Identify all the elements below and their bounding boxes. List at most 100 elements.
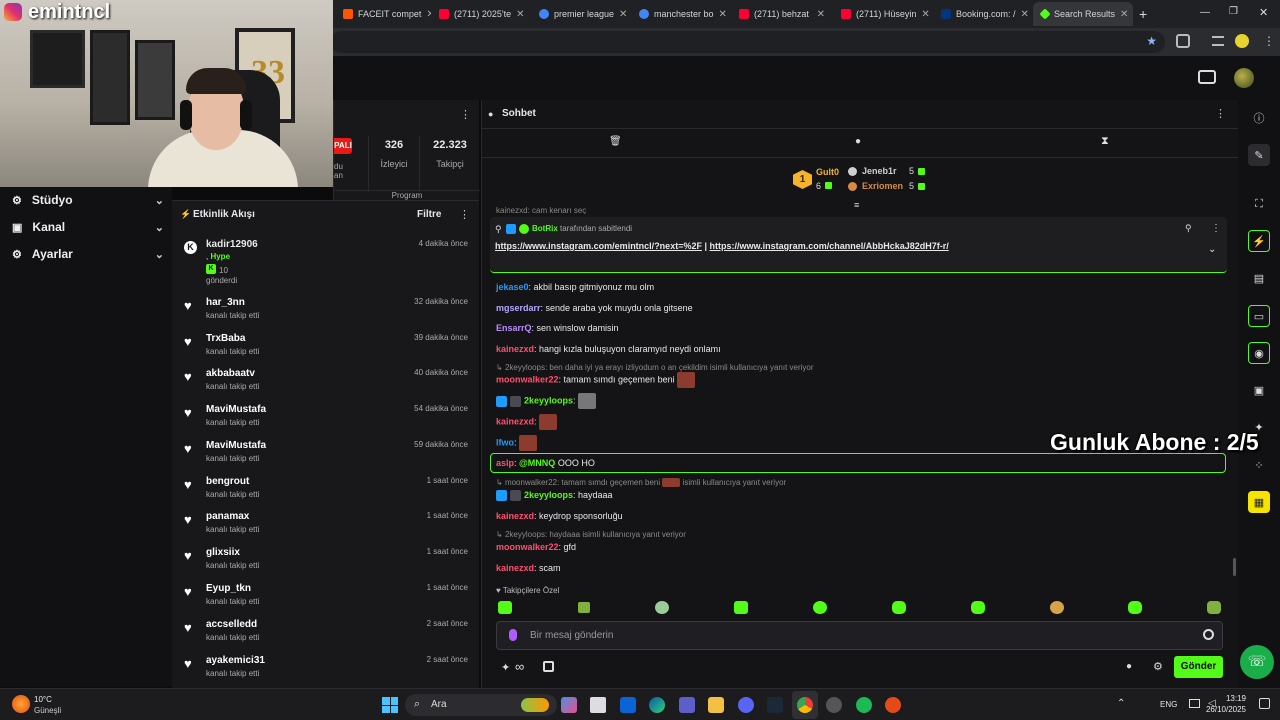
chat-message[interactable]: moonwalker22: gfd bbox=[496, 542, 576, 552]
chat-username[interactable]: moonwalker22 bbox=[496, 542, 559, 552]
clapper-icon[interactable]: ▦ bbox=[1248, 491, 1270, 513]
support-chat-button[interactable]: ☏ bbox=[1240, 645, 1274, 679]
chat-username[interactable]: moonwalker22 bbox=[496, 374, 559, 384]
creator-dashboard-icon[interactable] bbox=[1198, 70, 1216, 84]
emote-button[interactable] bbox=[892, 601, 906, 614]
emote-button[interactable] bbox=[734, 601, 748, 614]
feed-row[interactable]: ♥ TrxBaba kanalı takip etti 39 dakika önce bbox=[182, 333, 472, 369]
feed-row[interactable]: ♥ Eyup_tkn kanalı takip etti 1 saat önce bbox=[182, 583, 472, 619]
emote-button[interactable] bbox=[971, 601, 985, 614]
store-icon[interactable] bbox=[543, 661, 554, 672]
sidebar-item-studio[interactable]: ⚙ Stüdyo ⌄ bbox=[12, 189, 164, 211]
chat-username[interactable]: kainezxd bbox=[496, 416, 534, 426]
browser-tab[interactable]: premier league ✕ bbox=[531, 2, 631, 26]
copilot-icon[interactable] bbox=[561, 697, 577, 713]
weather-desc[interactable]: Güneşli bbox=[34, 706, 61, 715]
reply-context[interactable]: ↳ 2keyyloops: haydaaa isimli kullanıcıya… bbox=[496, 530, 686, 539]
activity-menu-icon[interactable]: ⋮ bbox=[459, 208, 470, 221]
close-tab-icon[interactable]: ✕ bbox=[1120, 9, 1128, 20]
emote-button[interactable] bbox=[655, 601, 669, 614]
chat-message[interactable]: kainezxd: hangi kızla buluşuyon claramyı… bbox=[496, 344, 721, 354]
collapse-leaderboard-icon[interactable]: ≡ bbox=[854, 200, 859, 210]
sidebar-item-settings[interactable]: ⚙ Ayarlar ⌄ bbox=[12, 243, 164, 265]
infinity-icon[interactable]: ∞ bbox=[515, 659, 524, 674]
chat-message[interactable]: moonwalker22: tamam sımdı geçemen beni bbox=[496, 372, 696, 388]
chat-username[interactable]: aslp bbox=[496, 458, 514, 468]
teams-icon[interactable] bbox=[679, 697, 695, 713]
chat-message[interactable]: 2keyyloops: haydaaa bbox=[496, 490, 613, 502]
app-icon[interactable] bbox=[885, 697, 901, 713]
clock-time[interactable]: 13:19 bbox=[1222, 694, 1246, 703]
sidebar-item-channel[interactable]: ▣ Kanal ⌄ bbox=[12, 216, 164, 238]
taskbar-search[interactable]: ⌕ Ara bbox=[405, 694, 557, 716]
discord-icon[interactable] bbox=[738, 697, 754, 713]
gear-icon[interactable]: ⚙ bbox=[1153, 660, 1163, 673]
close-tab-icon[interactable]: ✕ bbox=[921, 9, 929, 20]
chat-message[interactable]: kainezxd: keydrop sponsorluğu bbox=[496, 511, 623, 521]
browser-tab[interactable]: (2711) 2025'te ✕ bbox=[431, 2, 531, 26]
file-explorer-icon[interactable] bbox=[708, 697, 724, 713]
chat-username[interactable]: mgserdarr bbox=[496, 303, 541, 313]
chat-message[interactable]: kainezxd: bbox=[496, 414, 558, 430]
leaderboard-third-name[interactable]: Exriomen bbox=[862, 181, 903, 191]
filter-button[interactable]: Filtre bbox=[417, 209, 441, 220]
chat-username[interactable]: jekase0 bbox=[496, 282, 529, 292]
emote-button[interactable] bbox=[1128, 601, 1142, 614]
bookmark-star-icon[interactable]: ★ bbox=[1146, 34, 1157, 48]
feed-row[interactable]: ♥ MaviMustafa kanalı takip etti 54 dakika ö… bbox=[182, 404, 472, 440]
emote-button[interactable] bbox=[1050, 601, 1064, 614]
instagram-link[interactable]: https://www.instagram.com/emintncl/?next… bbox=[495, 241, 702, 251]
emote-button[interactable] bbox=[813, 601, 827, 614]
weather-temp[interactable]: 10°C bbox=[34, 695, 52, 704]
feed-row[interactable]: ♥ ayakemici31 kanalı takip etti 2 saat önce bbox=[182, 655, 472, 691]
browser-tab[interactable]: Booking.com: / ✕ bbox=[933, 2, 1033, 26]
browser-tab[interactable]: (2711) behzat ✕ bbox=[731, 2, 833, 26]
new-tab-button[interactable]: + bbox=[1139, 6, 1147, 22]
weather-icon[interactable] bbox=[12, 695, 30, 713]
instagram-channel-link[interactable]: https://www.instagram.com/channel/AbbHck… bbox=[710, 241, 949, 251]
emote-button[interactable] bbox=[578, 602, 590, 613]
github-icon[interactable] bbox=[826, 697, 842, 713]
leaderboard-second-name[interactable]: Jeneb1r bbox=[862, 166, 897, 176]
stream-info-menu-icon[interactable]: ⋮ bbox=[460, 108, 471, 121]
lightning-icon[interactable]: ⚡ bbox=[1248, 230, 1270, 252]
profile-avatar[interactable] bbox=[1235, 34, 1249, 48]
minimize-button[interactable]: — bbox=[1200, 7, 1210, 18]
chat-username[interactable]: EnsarrQ bbox=[496, 323, 532, 333]
browser-tab[interactable]: manchester bo ✕ bbox=[631, 2, 731, 26]
emoji-picker-icon[interactable] bbox=[1203, 629, 1214, 640]
chrome-icon[interactable] bbox=[797, 697, 813, 713]
feed-row[interactable]: ♥ MaviMustafa kanalı takip etti 59 dakika ö… bbox=[182, 440, 472, 476]
reply-context[interactable]: ↳ 2keyyloops: ben daha iyi ya erayı izli… bbox=[496, 363, 814, 372]
hourglass-icon[interactable]: ⧗ bbox=[1101, 135, 1109, 148]
windows-start-icon[interactable] bbox=[382, 697, 398, 713]
feed-row[interactable]: ♥ panamax kanalı takip etti 1 saat önce bbox=[182, 511, 472, 547]
steam-icon[interactable] bbox=[767, 697, 783, 713]
emote-button[interactable] bbox=[1207, 601, 1221, 614]
fullscreen-icon[interactable]: ⛶ bbox=[1248, 193, 1270, 215]
chat-bubble-icon[interactable]: ● bbox=[1126, 661, 1132, 672]
highlighted-message[interactable]: aslp: @MNNQ OOO HO bbox=[490, 453, 1226, 473]
clock-date[interactable]: 26/10/2025 bbox=[1201, 705, 1246, 714]
restore-button[interactable]: ❐ bbox=[1229, 6, 1238, 17]
edit-icon[interactable]: ✎ bbox=[1248, 144, 1270, 166]
emote-button[interactable] bbox=[498, 601, 512, 614]
store-app-icon[interactable] bbox=[590, 697, 606, 713]
close-tab-icon[interactable]: ✕ bbox=[516, 9, 524, 20]
close-tab-icon[interactable]: ✕ bbox=[719, 9, 727, 20]
send-button[interactable]: Gönder bbox=[1174, 656, 1223, 678]
outlook-icon[interactable] bbox=[620, 697, 636, 713]
language-indicator[interactable]: ENG bbox=[1160, 700, 1177, 709]
browser-tab[interactable]: (2711) Hüseyin ✕ bbox=[833, 2, 933, 26]
info-icon[interactable]: ⓘ bbox=[1248, 107, 1270, 129]
feed-row[interactable]: ♥ accselledd kanalı takip etti 2 saat önce bbox=[182, 619, 472, 655]
chat-username[interactable]: 2keyyloops bbox=[524, 395, 573, 405]
document-icon[interactable]: ▤ bbox=[1248, 267, 1270, 289]
chat-menu-icon[interactable]: ⋮ bbox=[1215, 107, 1226, 120]
feed-row[interactable]: ♥ glixsiix kanalı takip etti 1 saat önce bbox=[182, 547, 472, 583]
user-avatar[interactable] bbox=[1234, 68, 1254, 88]
close-tab-icon[interactable]: ✕ bbox=[619, 9, 627, 20]
browser-menu-icon[interactable]: ⋮ bbox=[1263, 34, 1275, 48]
chat-message[interactable]: jekase0: akbil basıp gitmiyonuz mu olm bbox=[496, 282, 654, 292]
extensions-icon[interactable] bbox=[1176, 34, 1190, 48]
